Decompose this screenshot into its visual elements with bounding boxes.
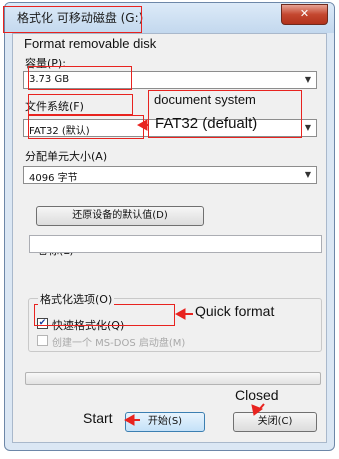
start-arrow-head: [123, 414, 135, 426]
close-arrow-head: [251, 404, 264, 416]
annotation-arrows: [123, 119, 265, 426]
fat32-arrow-head: [136, 119, 148, 131]
quick-format-arrow-head: [174, 308, 186, 320]
format-options-label: 格式化选项(O): [38, 291, 115, 307]
